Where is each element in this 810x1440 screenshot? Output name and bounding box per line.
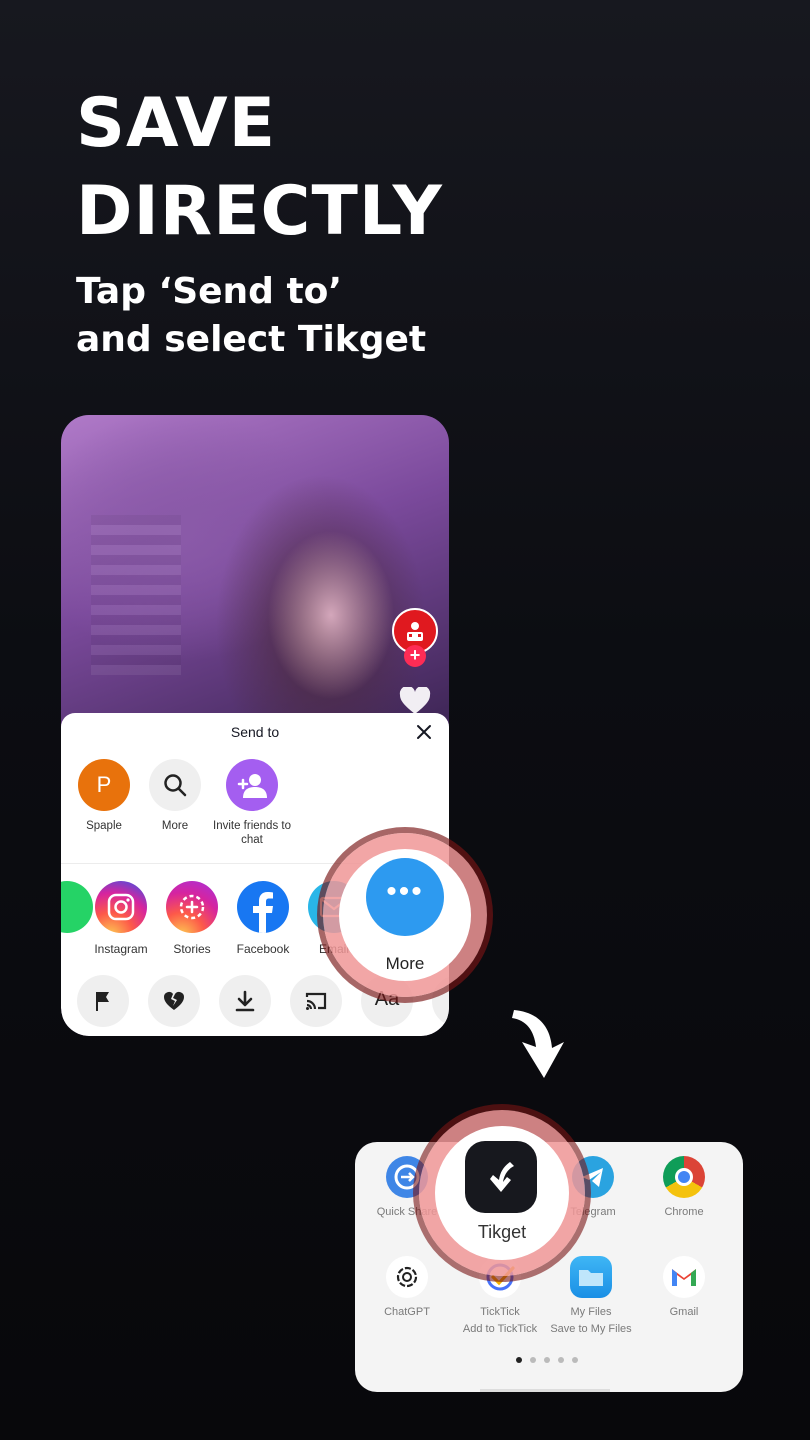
more-dots-icon: ••• bbox=[386, 875, 424, 908]
download-icon bbox=[235, 990, 255, 1012]
search-icon bbox=[149, 759, 201, 811]
facebook-icon bbox=[237, 881, 289, 933]
share-label: Stories bbox=[173, 942, 211, 956]
more-button[interactable]: ••• bbox=[366, 858, 444, 936]
share-target-gmail[interactable]: Gmail bbox=[638, 1256, 730, 1321]
share-target-label: ChatGPT bbox=[384, 1306, 430, 1318]
save-video-button[interactable] bbox=[219, 975, 271, 1027]
share-label: Facebook bbox=[236, 942, 290, 956]
tikget-label: Tikget bbox=[477, 1222, 527, 1242]
broken-heart-icon bbox=[164, 992, 184, 1010]
creator-avatar-icon bbox=[407, 622, 423, 641]
share-target-label: Chrome bbox=[664, 1206, 704, 1218]
subheadline: Tap ‘Send to’ and select Tikget bbox=[76, 268, 426, 364]
share-instagram[interactable]: Instagram bbox=[84, 881, 158, 956]
video-background-window bbox=[91, 515, 181, 675]
flag-icon bbox=[96, 992, 109, 1011]
more-button-label: More bbox=[385, 954, 425, 973]
gmail-icon bbox=[663, 1256, 705, 1298]
like-heart-icon[interactable] bbox=[399, 687, 431, 715]
share-target-sublabel: Save to My Files bbox=[550, 1323, 632, 1335]
share-target-label: My Files bbox=[570, 1306, 612, 1318]
share-target-chatgpt[interactable]: ChatGPT bbox=[361, 1256, 453, 1321]
curved-arrow-icon bbox=[512, 1010, 564, 1078]
chatgpt-icon bbox=[386, 1256, 428, 1298]
cast-button[interactable] bbox=[290, 975, 342, 1027]
contact-initial: P bbox=[96, 772, 112, 797]
add-person-icon bbox=[226, 759, 278, 811]
page-indicator bbox=[516, 1350, 586, 1368]
subheadline-line-1: Tap ‘Send to’ bbox=[76, 271, 343, 312]
share-target-label: Gmail bbox=[669, 1306, 699, 1318]
headline-line-1: SAVE bbox=[76, 84, 277, 163]
share-target-my-files[interactable]: My Files Save to My Files bbox=[545, 1256, 637, 1338]
share-target-chrome[interactable]: Chrome bbox=[638, 1156, 730, 1221]
video-frame bbox=[61, 415, 449, 735]
instagram-icon bbox=[95, 881, 147, 933]
sheet-title: Send to bbox=[230, 724, 280, 740]
stories-icon bbox=[166, 881, 218, 933]
home-indicator bbox=[480, 1389, 610, 1392]
page-dot bbox=[530, 1357, 536, 1363]
share-facebook[interactable]: Facebook bbox=[226, 881, 300, 956]
contact-label: Invite friends to chat bbox=[213, 820, 291, 846]
not-interested-button[interactable] bbox=[148, 975, 200, 1027]
page-dot bbox=[544, 1357, 550, 1363]
contact-avatar: P bbox=[78, 759, 130, 811]
invite-friends[interactable]: Invite friends to chat bbox=[208, 759, 296, 847]
share-target-label: TickTick bbox=[480, 1306, 520, 1318]
share-target-sublabel: Add to TickTick bbox=[462, 1323, 538, 1335]
subheadline-line-2: and select Tikget bbox=[76, 319, 427, 360]
headline: SAVE DIRECTLY bbox=[76, 80, 443, 256]
chrome-icon bbox=[663, 1156, 705, 1198]
share-stories[interactable]: Stories bbox=[155, 881, 229, 956]
close-icon[interactable] bbox=[415, 723, 433, 741]
tikget-app-icon[interactable] bbox=[465, 1141, 537, 1213]
share-label: Instagram bbox=[94, 942, 148, 956]
page-dot-active bbox=[516, 1357, 522, 1363]
page-dot bbox=[572, 1357, 578, 1363]
headline-line-2: DIRECTLY bbox=[76, 172, 443, 251]
folder-icon bbox=[570, 1256, 612, 1298]
cast-icon bbox=[305, 992, 327, 1010]
page-dot bbox=[558, 1357, 564, 1363]
follow-plus-icon[interactable]: + bbox=[404, 645, 426, 667]
tikget-download-arrow-icon bbox=[490, 1162, 514, 1192]
report-button[interactable] bbox=[77, 975, 129, 1027]
